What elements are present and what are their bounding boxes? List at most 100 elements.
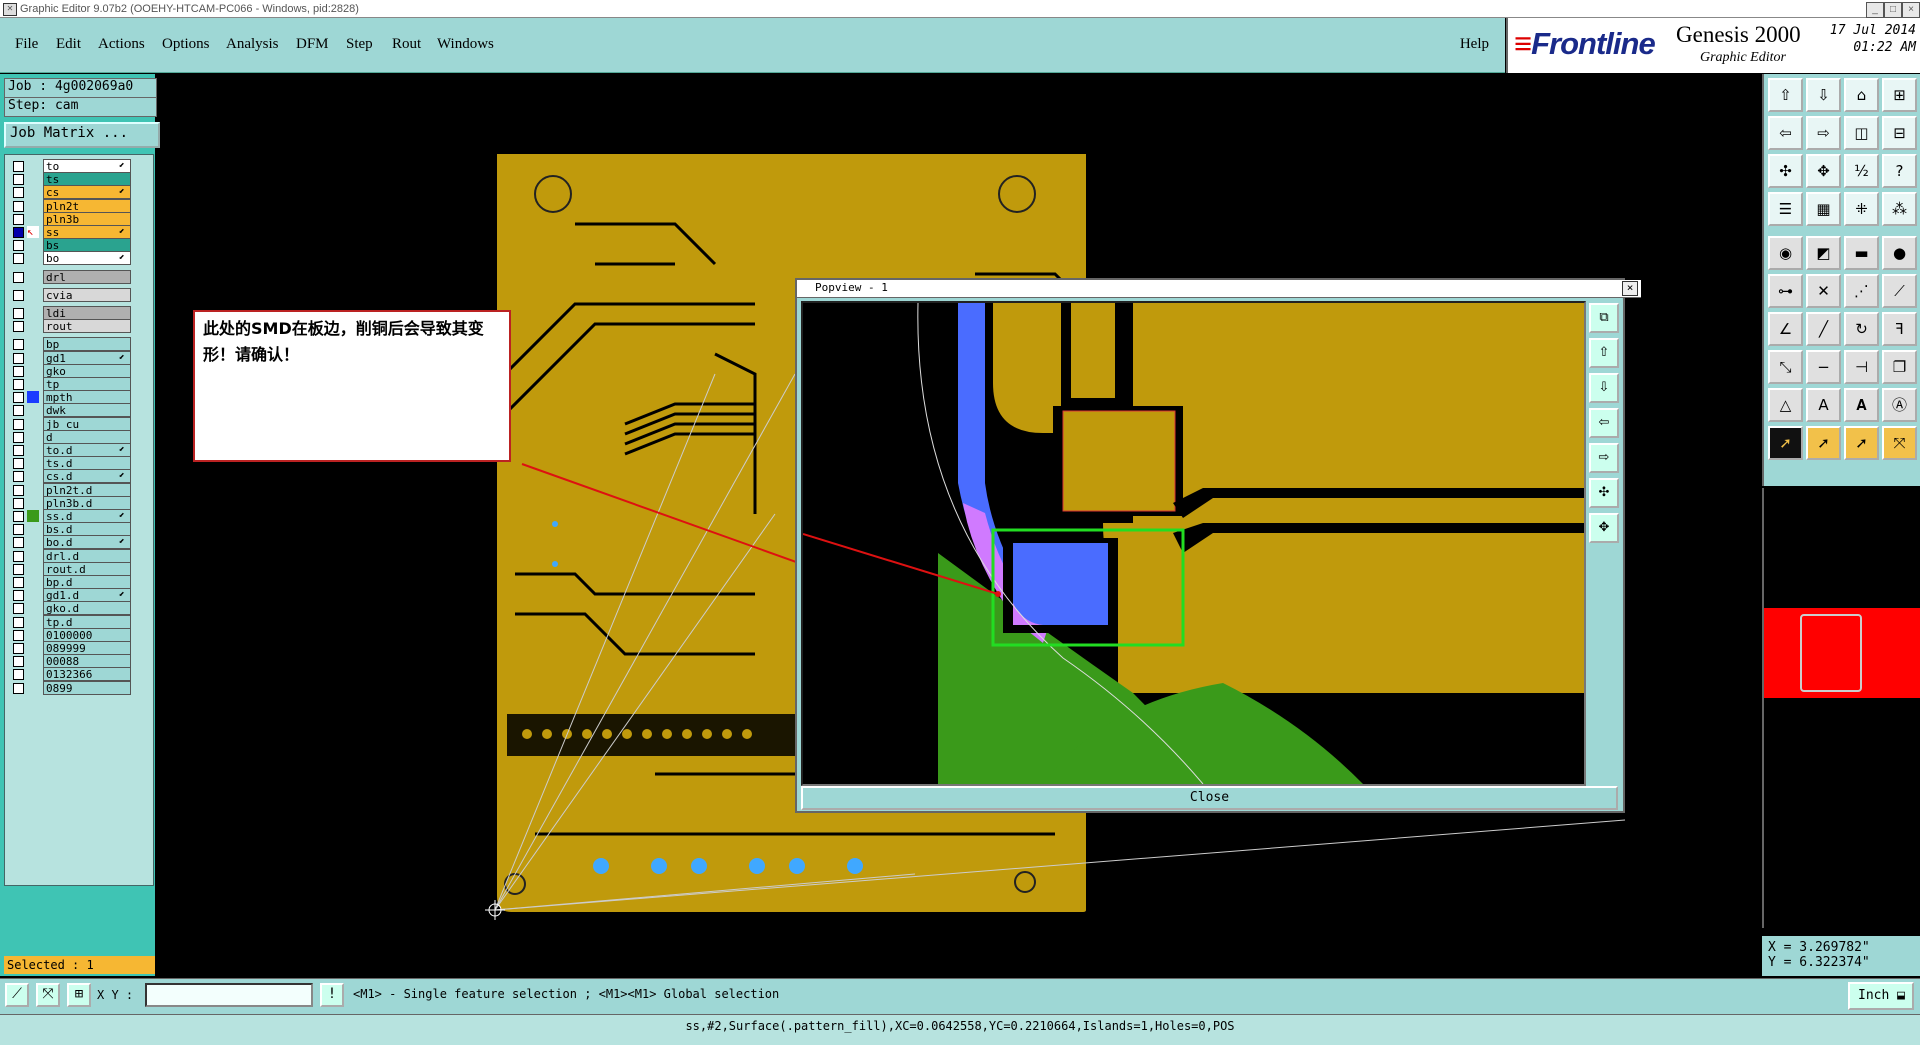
layer-row[interactable]: rout.d	[7, 561, 151, 576]
layer-name[interactable]: 0132366	[43, 667, 131, 682]
snap-cross-icon[interactable]: ⤧	[36, 983, 60, 1007]
menu-options[interactable]: Options	[162, 36, 210, 53]
menu-step[interactable]: Step	[346, 36, 373, 53]
layer-row[interactable]: ↖ ss ⬋	[7, 225, 151, 239]
layer-checkbox[interactable]	[13, 682, 24, 694]
layer-name[interactable]: jb_cu	[43, 416, 131, 431]
minimize-button[interactable]: _	[1866, 2, 1884, 18]
layer-row[interactable]: cs.d ⬋	[7, 469, 151, 484]
text-tool-icon[interactable]: ꟻ	[1882, 312, 1917, 346]
layer-row[interactable]: 00088	[7, 654, 151, 669]
layer-row[interactable]: 0132366	[7, 667, 151, 682]
layer-checkbox[interactable]	[13, 240, 24, 252]
layer-name[interactable]: bo.d	[43, 535, 131, 550]
page-down-icon[interactable]: ⇩	[1806, 78, 1841, 112]
menu-edit[interactable]: Edit	[56, 36, 81, 53]
zoom-area-icon[interactable]: ✥	[1806, 154, 1841, 188]
layer-checkbox[interactable]	[13, 379, 24, 390]
layer-row[interactable]: drl	[7, 269, 151, 284]
line-tool-icon[interactable]: ▬	[1844, 236, 1879, 270]
info-icon[interactable]: !	[320, 983, 344, 1007]
layer-checkbox[interactable]	[13, 550, 24, 562]
layer-row[interactable]: cs ⬋	[7, 185, 151, 200]
popview-close-button[interactable]: Close	[801, 786, 1618, 810]
arc-icon[interactable]: ↻	[1844, 312, 1879, 346]
layer-row[interactable]: 089999	[7, 641, 151, 655]
menu-file[interactable]: File	[15, 36, 38, 53]
popview-left-icon[interactable]: ⇦	[1589, 408, 1619, 438]
layer-row[interactable]: gko	[7, 363, 151, 378]
layer-checkbox[interactable]	[13, 616, 24, 628]
maximize-button[interactable]: □	[1884, 2, 1902, 18]
layer-checkbox[interactable]	[13, 271, 24, 283]
layer-name[interactable]: 0100000	[43, 627, 131, 642]
layer-row[interactable]: mpth	[7, 390, 151, 405]
layer-checkbox[interactable]	[13, 174, 24, 186]
layer-checkbox[interactable]	[13, 563, 24, 575]
layer-name[interactable]: tp.d	[43, 614, 131, 629]
select-arrow-3-icon[interactable]: ➚	[1844, 426, 1879, 460]
layer-checkbox[interactable]	[13, 352, 24, 364]
layer-checkbox[interactable]	[13, 405, 24, 417]
scale-1-2-icon[interactable]: ½	[1844, 154, 1879, 188]
layer-name[interactable]: tp	[43, 377, 131, 391]
layer-checkbox[interactable]	[13, 445, 24, 456]
layer-row[interactable]: to ⬋	[7, 159, 151, 173]
layer-row[interactable]: gd1 ⬋	[7, 350, 151, 365]
menu-rout[interactable]: Rout	[392, 36, 421, 53]
popview-zoom-in-icon[interactable]: ✣	[1589, 478, 1619, 508]
layer-row[interactable]: drl.d	[7, 548, 151, 563]
layer-checkbox[interactable]	[13, 458, 24, 470]
layer-name[interactable]: bp.d	[43, 575, 131, 589]
layer-checkbox[interactable]	[13, 577, 24, 588]
layer-name[interactable]: ts	[43, 172, 131, 187]
layer-name[interactable]: gd1.d	[43, 588, 131, 603]
xy-input[interactable]	[145, 983, 313, 1007]
layer-checkbox[interactable]	[13, 308, 24, 319]
layer-name[interactable]: bo	[43, 251, 131, 266]
layer-row[interactable]: bo ⬋	[7, 251, 151, 266]
layer-checkbox[interactable]	[13, 537, 24, 549]
layer-row[interactable]: bp.d	[7, 575, 151, 589]
layer-name[interactable]: gko	[43, 363, 131, 378]
layer-name[interactable]: ss.d	[43, 509, 131, 523]
popview-close-icon[interactable]: ×	[1622, 281, 1638, 296]
layer-row[interactable]: to.d ⬋	[7, 443, 151, 457]
layer-row[interactable]: ss.d ⬋	[7, 509, 151, 523]
layer-row[interactable]: gko.d	[7, 601, 151, 616]
layer-name[interactable]: to	[43, 159, 131, 173]
layer-name[interactable]: 00088	[43, 654, 131, 669]
layer-name[interactable]: 089999	[43, 641, 131, 655]
layer-name[interactable]: ldi	[43, 306, 131, 320]
grid-view-icon[interactable]: ⊞	[1882, 78, 1917, 112]
layer-row[interactable]: gd1.d ⬋	[7, 588, 151, 603]
layer-row[interactable]: 0899	[7, 680, 151, 695]
layer-name[interactable]: bs	[43, 238, 131, 253]
popview-right-icon[interactable]: ⇨	[1589, 443, 1619, 473]
select-net-icon[interactable]: ⤧	[1882, 426, 1917, 460]
layer-checkbox[interactable]	[13, 511, 24, 522]
layer-row[interactable]: pln3b.d	[7, 495, 151, 510]
page-up-icon[interactable]: ⇧	[1768, 78, 1803, 112]
snap-icon[interactable]: ⁜	[1844, 192, 1879, 226]
layer-name[interactable]: rout	[43, 319, 131, 334]
layer-checkbox[interactable]	[13, 253, 24, 265]
font-a-bold-icon[interactable]: 𝐀	[1844, 388, 1879, 422]
layer-name[interactable]: cvia	[43, 287, 131, 302]
layers-icon[interactable]: ☰	[1768, 192, 1803, 226]
popview-zoom-out-icon[interactable]: ✥	[1589, 513, 1619, 543]
layer-row[interactable]: bs.d	[7, 522, 151, 537]
layer-checkbox[interactable]	[13, 484, 24, 496]
layer-name[interactable]: gd1	[43, 350, 131, 365]
layer-name[interactable]: to.d	[43, 443, 131, 457]
layer-checkbox[interactable]	[13, 643, 24, 654]
layer-name[interactable]: pln3b.d	[43, 495, 131, 510]
layer-row[interactable]: dwk	[7, 403, 151, 418]
layer-name[interactable]: gko.d	[43, 601, 131, 616]
font-a-outline-icon[interactable]: Ⓐ	[1882, 388, 1917, 422]
circle-fill-icon[interactable]: ●	[1882, 236, 1917, 270]
layer-row[interactable]: tp.d	[7, 614, 151, 629]
layer-row[interactable]: ts.d	[7, 456, 151, 471]
layer-name[interactable]: bp	[43, 337, 131, 352]
triangle-icon[interactable]: △	[1768, 388, 1803, 422]
